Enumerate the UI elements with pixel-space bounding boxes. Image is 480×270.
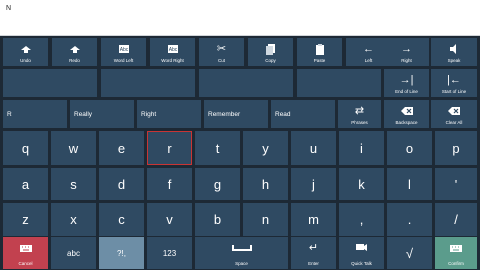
text-input-area[interactable]: N [0, 0, 480, 36]
prediction-item[interactable]: Remember [204, 100, 268, 128]
blank-key[interactable] [3, 69, 97, 97]
key-o[interactable]: o [387, 131, 432, 165]
copy-button[interactable]: Copy [248, 38, 293, 66]
key-b[interactable]: b [195, 203, 240, 236]
text-content: N [6, 5, 12, 12]
blank-key[interactable] [297, 69, 381, 97]
undo-button[interactable]: Undo [3, 38, 48, 66]
key-w[interactable]: w [51, 131, 96, 165]
start-of-line-button[interactable]: |← Start of Line [431, 69, 477, 97]
undo-icon [3, 43, 48, 58]
prediction-item[interactable]: Really [70, 100, 134, 128]
key-a[interactable]: a [3, 168, 48, 200]
symbols-button[interactable]: ?!, [99, 237, 144, 269]
space-button[interactable]: Space [195, 237, 288, 269]
key-m[interactable]: m [291, 203, 336, 236]
cancel-button[interactable]: Cancel [3, 237, 48, 269]
redo-button[interactable]: Redo [52, 38, 97, 66]
key-y[interactable]: y [243, 131, 288, 165]
confirm-button[interactable]: Confirm [435, 237, 477, 269]
key-e[interactable]: e [99, 131, 144, 165]
backspace-icon [384, 105, 429, 120]
key-t[interactable]: t [195, 131, 240, 165]
key-x[interactable]: x [51, 203, 96, 236]
key-j[interactable]: j [291, 168, 336, 200]
key-l[interactable]: l [387, 168, 432, 200]
speak-button[interactable]: Speak [431, 38, 477, 66]
key-u[interactable]: u [291, 131, 336, 165]
paste-icon [297, 43, 342, 58]
redo-icon [52, 43, 97, 58]
numbers-button[interactable]: 123 [147, 237, 192, 269]
enter-button[interactable]: ↵ Enter [291, 237, 336, 269]
key-period[interactable]: . [387, 203, 432, 236]
arrow-right-icon: → [401, 43, 412, 55]
key-g[interactable]: g [195, 168, 240, 200]
prediction-item[interactable]: Right [137, 100, 201, 128]
keyboard-icon [3, 242, 48, 257]
key-slash[interactable]: / [435, 203, 477, 236]
key-c[interactable]: c [99, 203, 144, 236]
quick-talk-button[interactable]: Quick Talk [339, 237, 384, 269]
right-button[interactable]: → Right [384, 38, 429, 66]
key-comma[interactable]: , [339, 203, 384, 236]
key-h[interactable]: h [243, 168, 288, 200]
svg-text:Abc: Abc [168, 47, 177, 53]
end-of-line-icon: →| [399, 74, 414, 86]
word-left-icon: Abc [101, 43, 146, 58]
key-z[interactable]: z [3, 203, 48, 236]
word-left-button[interactable]: Abc Word Left [101, 38, 146, 66]
key-r[interactable]: r [147, 131, 192, 165]
keyboard-check-icon [435, 242, 477, 257]
speak-icon [431, 43, 477, 58]
prediction-item[interactable]: R [3, 100, 67, 128]
key-n[interactable]: n [243, 203, 288, 236]
paste-button[interactable]: Paste [297, 38, 342, 66]
key-s[interactable]: s [51, 168, 96, 200]
key-k[interactable]: k [339, 168, 384, 200]
key-f[interactable]: f [147, 168, 192, 200]
key-d[interactable]: d [99, 168, 144, 200]
abc-button[interactable]: abc [51, 237, 96, 269]
clear-all-icon [431, 105, 477, 120]
word-right-button[interactable]: Abc Word Right [150, 38, 195, 66]
clear-all-button[interactable]: Clear All [431, 100, 477, 128]
scissors-icon: ✂ [216, 43, 227, 55]
quick-talk-icon [339, 242, 384, 257]
check-button[interactable]: √ [387, 237, 432, 269]
space-icon [195, 242, 288, 257]
cut-button[interactable]: ✂ Cut [199, 38, 244, 66]
key-p[interactable]: p [435, 131, 477, 165]
backspace-button[interactable]: Backspace [384, 100, 429, 128]
blank-key[interactable] [101, 69, 195, 97]
phrases-icon: ⇄ [354, 105, 365, 117]
key-v[interactable]: v [147, 203, 192, 236]
copy-icon [248, 43, 293, 58]
word-right-icon: Abc [150, 43, 195, 58]
key-apostrophe[interactable]: ' [435, 168, 477, 200]
svg-text:Abc: Abc [119, 47, 128, 53]
start-of-line-icon: |← [447, 74, 461, 86]
on-screen-keyboard: Undo Redo Abc Word Left Abc Word Right ✂… [0, 36, 480, 270]
enter-icon: ↵ [308, 242, 319, 254]
key-q[interactable]: q [3, 131, 48, 165]
end-of-line-button[interactable]: →| End of Line [384, 69, 429, 97]
phrases-button[interactable]: ⇄ Phrases [338, 100, 381, 128]
blank-key[interactable] [199, 69, 293, 97]
prediction-item[interactable]: Read [271, 100, 335, 128]
key-i[interactable]: i [339, 131, 384, 165]
